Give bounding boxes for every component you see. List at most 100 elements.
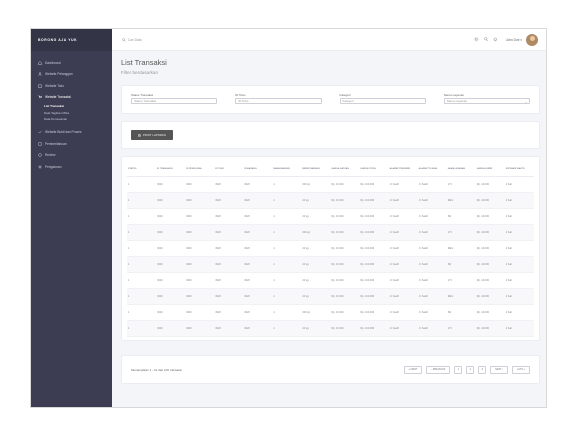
table-row[interactable]: 1 3020 3020 3020 3020 1 200 kg Rp. 10.000 Rp. 10… bbox=[127, 176, 534, 193]
page-3-button[interactable]: 3 bbox=[478, 365, 487, 374]
table-cell: 1 bbox=[272, 304, 302, 321]
sidebar-item-label: Pemberitahuan bbox=[45, 141, 67, 146]
table-row[interactable]: 1 3020 3020 3020 3020 1 22 kg Rp. 10.000 Rp. 100… bbox=[127, 240, 534, 257]
table-cell: 1 bbox=[272, 240, 302, 257]
column-header[interactable]: NAMA BARANG bbox=[272, 163, 302, 177]
search-icon[interactable] bbox=[484, 37, 489, 42]
column-header[interactable]: ALAMAT PENGIRIM bbox=[388, 163, 418, 177]
column-header[interactable]: HARGA TOTAL bbox=[359, 163, 389, 177]
filter-label: Nama Layanan bbox=[443, 93, 465, 97]
bell-icon[interactable] bbox=[493, 37, 498, 42]
table-cell: 3020 bbox=[156, 208, 186, 225]
next-page-button[interactable]: NEXT › bbox=[490, 365, 509, 374]
table-cell: 3020 bbox=[185, 320, 215, 337]
avatar[interactable] bbox=[526, 33, 538, 46]
column-header[interactable]: BERAT BARANG bbox=[301, 163, 331, 177]
sidebar-item-label: Website Bukti dan Proses bbox=[45, 130, 82, 135]
first-page-button[interactable]: « FIRST bbox=[403, 365, 423, 374]
column-header[interactable]: ALAMAT TUJUAN bbox=[417, 163, 447, 177]
column-header[interactable]: STATUS bbox=[127, 163, 157, 177]
status-select[interactable]: Status Transaksi bbox=[131, 98, 218, 104]
column-header[interactable]: NAMA LAYANAN bbox=[446, 163, 476, 177]
table-cell: Jl. Kasih bbox=[417, 288, 447, 305]
table-cell: Jl. Kasih bbox=[417, 208, 447, 225]
table-row[interactable]: 1 3020 3020 3020 3020 1 200 kg Rp. 10.000 Rp. 10… bbox=[127, 224, 534, 241]
table-cell: 2 hari bbox=[504, 224, 534, 241]
table-cell: Rp. 10.000 bbox=[330, 272, 360, 289]
brand-logo[interactable]: BORONG AJA YUK bbox=[31, 29, 112, 51]
table-cell: 2 hari bbox=[504, 272, 534, 289]
table-cell: 1 bbox=[272, 208, 302, 225]
column-header[interactable]: ESTIMASI WAKTU bbox=[504, 163, 534, 177]
sidebar-item-pelanggan[interactable]: Website Pelanggan bbox=[31, 69, 112, 81]
column-header[interactable]: HARGA SATUAN bbox=[330, 163, 360, 177]
print-report-button[interactable]: PRINT LAPORAN bbox=[131, 130, 173, 140]
sidebar-item-bukti-proses[interactable]: Website Bukti dan Proses bbox=[31, 127, 112, 139]
table-cell: Rp. 10.000 bbox=[475, 288, 505, 305]
table-cell: 3020 bbox=[243, 320, 273, 337]
table-cell: 22 kg bbox=[301, 208, 331, 225]
table-cell: Rp. 10.000 bbox=[475, 256, 505, 273]
settings-icon[interactable] bbox=[474, 37, 479, 42]
table-cell: Jl. Kasih bbox=[417, 304, 447, 321]
table-cell: 3020 bbox=[243, 224, 273, 241]
column-header[interactable]: ID TRANSAKSI bbox=[156, 163, 186, 177]
table-cell: Jl. Kasih bbox=[388, 288, 418, 305]
table-row[interactable]: 1 3020 3020 3020 3020 1 22 kg Rp. 10.000 Rp. 100… bbox=[127, 208, 534, 225]
table-cell: 3020 bbox=[185, 304, 215, 321]
table-row[interactable]: 1 3020 3020 3020 3020 1 22 kg Rp. 10.000 Rp. 100… bbox=[127, 272, 534, 289]
table-cell: SD bbox=[446, 256, 476, 273]
table-cell: 3020 bbox=[185, 224, 215, 241]
table-cell: 3020 bbox=[243, 256, 273, 273]
table-cell: Rp. 10.000 bbox=[330, 192, 360, 209]
table-row[interactable]: 1 3020 3020 3020 3020 1 22 kg Rp. 10.000 Rp. 100… bbox=[127, 192, 534, 209]
table-cell: Jl. Kasih bbox=[388, 208, 418, 225]
table-row[interactable]: 1 3020 3020 3020 3020 1 22 kg Rp. 10.000 Rp. 100… bbox=[127, 288, 534, 305]
table-row[interactable]: 1 3020 3020 3020 3020 1 22 kg Rp. 10.000 Rp. 100… bbox=[127, 320, 534, 337]
table-row[interactable]: 1 3020 3020 3020 3020 1 200 kg Rp. 10.000 Rp. 10… bbox=[127, 304, 534, 321]
user-menu[interactable]: John Doe ▾ bbox=[506, 38, 522, 42]
id-toko-input[interactable]: ID Toko bbox=[235, 98, 322, 104]
table-row[interactable]: 1 3020 3020 3020 3020 1 22 kg Rp. 10.000 Rp. 100… bbox=[127, 256, 534, 273]
column-header[interactable]: ID PENGGUNA bbox=[185, 163, 215, 177]
table-cell: 3020 bbox=[185, 272, 215, 289]
table-cell: Rp. 10.000 bbox=[475, 224, 505, 241]
page-2-button[interactable]: 2 bbox=[466, 365, 475, 374]
column-header[interactable]: ID BARANG bbox=[243, 163, 273, 177]
table-cell: Rp. 10.000 bbox=[475, 304, 505, 321]
last-page-button[interactable]: LAST » bbox=[512, 365, 530, 374]
table-cell: 1 bbox=[127, 176, 157, 193]
filter-label: Status Transaksi bbox=[131, 93, 154, 97]
table-cell: 22 kg bbox=[301, 192, 331, 209]
page-1-button[interactable]: 1 bbox=[454, 365, 463, 374]
chevron-down-icon: ⌄ bbox=[524, 99, 527, 104]
sidebar-item-transaksi[interactable]: Website Transaksi bbox=[31, 92, 112, 104]
table-cell: 3020 bbox=[156, 304, 186, 321]
table-cell: 3020 bbox=[214, 272, 244, 289]
table-cell: 3020 bbox=[243, 192, 273, 209]
sidebar-item-toko[interactable]: Website Toko bbox=[31, 80, 112, 92]
search-box[interactable]: Cari Data bbox=[122, 38, 141, 42]
table-cell: Jl. Kasih bbox=[417, 224, 447, 241]
sidebar-item-pemberitahuan[interactable]: Pemberitahuan bbox=[31, 138, 112, 150]
table-cell: Rp. 10.000 bbox=[330, 176, 360, 193]
table-cell: Jl. Kasih bbox=[417, 176, 447, 193]
sidebar-item-pengaturan[interactable]: Pengaturan bbox=[31, 161, 112, 173]
table-cell: 1 bbox=[272, 256, 302, 273]
search-input[interactable]: Cari Data bbox=[128, 38, 141, 42]
column-header[interactable]: HARGA KURIR bbox=[475, 163, 505, 177]
table-cell: 3020 bbox=[214, 176, 244, 193]
sidebar-item-review[interactable]: Review bbox=[31, 150, 112, 162]
column-header[interactable]: ID TOKO bbox=[214, 163, 244, 177]
page-title: List Transaksi bbox=[121, 58, 167, 67]
table-cell: Jl. Kasih bbox=[417, 192, 447, 209]
table-cell: Rp. 10.000 bbox=[330, 304, 360, 321]
sidebar-item-dashboard[interactable]: Dashboard bbox=[31, 57, 112, 69]
layanan-select[interactable]: Nama Layanan ⌄ bbox=[443, 98, 530, 104]
transactions-table: STATUS ID TRANSAKSI ID PENGGUNA ID TOKO ID B… bbox=[127, 163, 534, 337]
table-cell: 1 bbox=[272, 176, 302, 193]
kategori-input[interactable]: Kategori bbox=[339, 98, 426, 104]
main-content: List Transaksi Filter berdasarkan Status… bbox=[121, 51, 540, 384]
table-cell: 200 kg bbox=[301, 304, 331, 321]
previous-page-button[interactable]: ‹ PREVIOUS bbox=[426, 365, 451, 374]
